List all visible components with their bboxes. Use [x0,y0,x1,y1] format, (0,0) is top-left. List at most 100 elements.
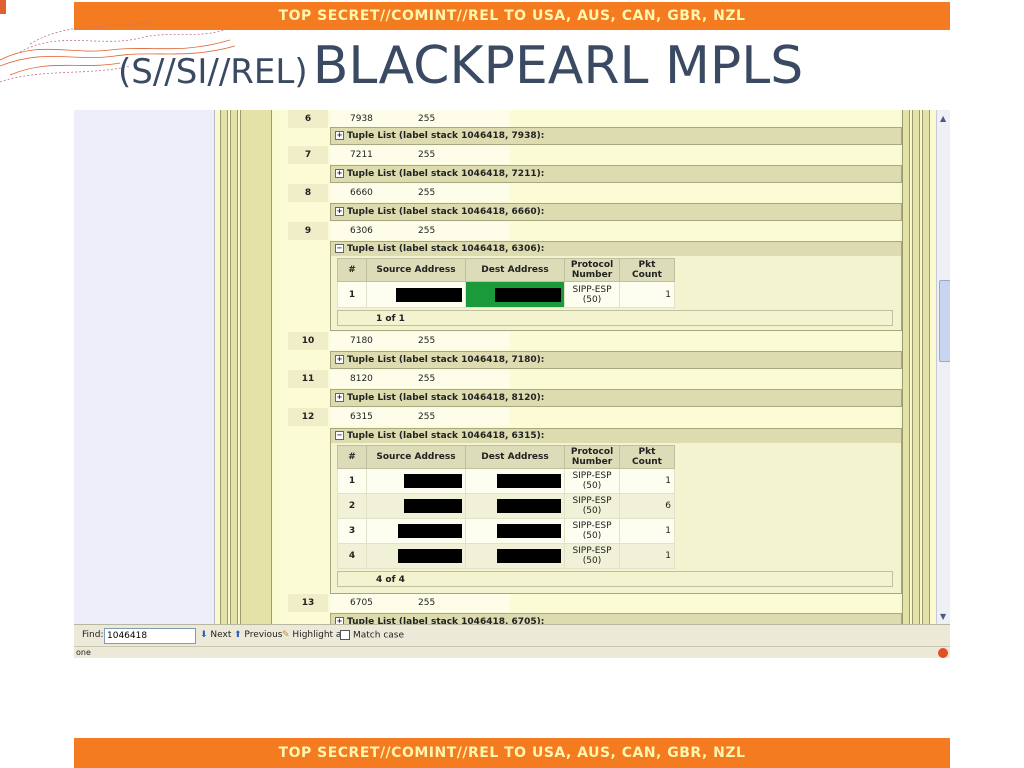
cell-pkt-count: 1 [619,543,675,569]
scrollbar-thumb[interactable] [939,280,950,362]
redacted-address [497,524,561,538]
row-index: 10 [288,332,328,350]
expand-plus-icon[interactable]: + [335,131,344,140]
table-row: 3 SIPP-ESP (50) 1 [337,518,675,544]
result-row: 12 6315 255 [288,408,510,426]
status-text: one [76,648,91,657]
row-index: 9 [288,222,328,240]
tuple-list-collapsed[interactable]: + Tuple List (label stack 1046418, 8120): [330,389,902,407]
frame-divider [922,110,930,624]
highlighter-icon: ✎ [282,630,290,640]
row-ttl: 255 [418,598,436,608]
col-header-num[interactable]: # [337,258,367,282]
cell-num: 3 [337,518,367,544]
tuple-list-label: Tuple List (label stack 1046418, 6315): [347,431,545,441]
cell-protocol: SIPP-ESP (50) [564,543,620,569]
scroll-down-arrow-icon[interactable]: ▼ [940,612,946,621]
cell-protocol: SIPP-ESP (50) [564,493,620,519]
row-ttl: 255 [418,226,436,236]
tuple-list-expanded: − Tuple List (label stack 1046418, 6315):… [330,428,902,594]
frame-divider [230,110,238,624]
status-bar: one [74,646,950,658]
find-label: Find: [82,630,104,640]
result-row: 10 7180 255 [288,332,510,350]
find-previous-button[interactable]: ⬆ Previous [234,630,282,640]
col-header-protocol[interactable]: Protocol Number [564,258,620,282]
col-header-protocol[interactable]: Protocol Number [564,445,620,469]
expand-plus-icon[interactable]: + [335,393,344,402]
tuple-list-collapsed[interactable]: + Tuple List (label stack 1046418, 7938): [330,127,902,145]
frame-divider [902,110,910,624]
vertical-scrollbar[interactable]: ▲ ▼ [936,110,950,624]
browser-screenshot: 6 7938 255 + Tuple List (label stack 1046… [74,110,950,658]
classification-banner-bottom: TOP SECRET//COMINT//REL TO USA, AUS, CAN… [74,738,950,768]
status-tray-icon[interactable] [938,648,948,658]
title-classification: (S//SI//REL) [118,52,308,92]
col-header-dest[interactable]: Dest Address [465,445,565,469]
expand-plus-icon[interactable]: + [335,355,344,364]
result-row: 13 6705 255 [288,594,510,612]
row-value: 6315 [350,412,373,422]
tuple-list-header[interactable]: − Tuple List (label stack 1046418, 6315): [331,429,901,443]
frame-divider [912,110,920,624]
tuple-list-header[interactable]: − Tuple List (label stack 1046418, 6306): [331,242,901,256]
col-header-num[interactable]: # [337,445,367,469]
tuple-list-collapsed[interactable]: + Tuple List (label stack 1046418, 7180): [330,351,902,369]
result-row: 9 6306 255 [288,222,510,240]
cell-num: 1 [337,468,367,494]
result-row: 7 7211 255 [288,146,510,164]
table-row: 1 SIPP-ESP (50) 1 [337,468,675,494]
tuple-list-collapsed[interactable]: + Tuple List (label stack 1046418, 6660): [330,203,902,221]
checkbox-icon[interactable] [340,630,350,640]
slide-title: (S//SI//REL) BLACKPEARL MPLS [118,36,803,96]
redacted-address [398,549,462,563]
row-index: 12 [288,408,328,426]
expand-plus-icon[interactable]: + [335,207,344,216]
col-header-dest[interactable]: Dest Address [465,258,565,282]
tuple-table: # Source Address Dest Address Protocol N… [337,258,675,308]
row-value: 7938 [350,114,373,124]
col-header-source[interactable]: Source Address [366,258,466,282]
col-header-source[interactable]: Source Address [366,445,466,469]
match-case-checkbox[interactable]: Match case [340,630,404,641]
col-header-pkt[interactable]: Pkt Count [619,258,675,282]
redacted-address [497,474,561,488]
result-row: 11 8120 255 [288,370,510,388]
tuple-list-label: Tuple List (label stack 1046418, 6660): [347,207,545,217]
scroll-up-arrow-icon[interactable]: ▲ [940,114,946,123]
cell-pkt-count: 1 [619,281,675,308]
collapse-minus-icon[interactable]: − [335,431,344,440]
row-index: 11 [288,370,328,388]
cell-pkt-count: 6 [619,493,675,519]
row-ttl: 255 [418,188,436,198]
left-panel [74,110,215,624]
cell-num: 1 [337,281,367,308]
cell-num: 4 [337,543,367,569]
cell-protocol: SIPP-ESP (50) [564,468,620,494]
result-row: 8 6660 255 [288,184,510,202]
redacted-address [495,287,561,302]
tuple-list-label: Tuple List (label stack 1046418, 7180): [347,355,545,365]
find-input[interactable] [104,628,196,644]
redacted-address [396,287,462,302]
cell-protocol: SIPP-ESP (50) [564,281,620,308]
cell-num: 2 [337,493,367,519]
cell-pkt-count: 1 [619,518,675,544]
tuple-list-label: Tuple List (label stack 1046418, 8120): [347,393,545,403]
redacted-address [404,474,462,488]
tuple-list-label: Tuple List (label stack 1046418, 7938): [347,131,545,141]
tuple-list-expanded: − Tuple List (label stack 1046418, 6306):… [330,241,902,331]
expand-plus-icon[interactable]: + [335,169,344,178]
arrow-up-icon: ⬆ [234,630,242,640]
collapse-minus-icon[interactable]: − [335,244,344,253]
find-next-button[interactable]: ⬇ Next [200,630,231,640]
result-row: 6 7938 255 [288,110,510,128]
col-header-pkt[interactable]: Pkt Count [619,445,675,469]
highlight-all-button[interactable]: ✎ Highlight all [282,630,346,640]
table-row: 1 SIPP-ESP (50) 1 [337,281,675,308]
tuple-list-collapsed[interactable]: + Tuple List (label stack 1046418, 7211): [330,165,902,183]
cell-protocol: SIPP-ESP (50) [564,518,620,544]
tuple-pager: 1 of 1 [337,310,893,326]
row-ttl: 255 [418,336,436,346]
frame-divider[interactable] [220,110,228,624]
